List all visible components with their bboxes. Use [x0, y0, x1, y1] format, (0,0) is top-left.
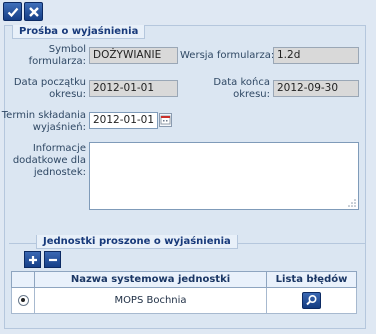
confirm-button[interactable] [3, 2, 22, 21]
checkmark-icon [7, 7, 18, 17]
period-start-field: 2012-01-01 [89, 80, 178, 97]
info-textarea[interactable] [89, 142, 359, 210]
section-title: Prośba o wyjaśnienia [12, 25, 146, 39]
version-field: 1.2d [273, 47, 359, 64]
add-unit-button[interactable] [24, 251, 41, 268]
remove-unit-button[interactable] [44, 251, 61, 268]
column-header-name[interactable]: Nazwa systemowa jednostki [34, 271, 267, 288]
version-label: Wersja formularza: [180, 50, 275, 61]
toolbar [0, 0, 376, 25]
minus-icon [48, 258, 57, 261]
row-select-cell[interactable] [11, 287, 35, 314]
magnifier-icon [306, 294, 317, 306]
units-section-title: Jednostki proszone o wyjaśnienia [36, 235, 238, 249]
resize-grip-icon[interactable] [348, 199, 356, 207]
calendar-button[interactable] [159, 113, 172, 127]
info-label: Informacje dodatkowe dla jednostek: [12, 143, 86, 178]
table-header-row: Nazwa systemowa jednostki Lista błędów [11, 271, 357, 288]
period-end-label: Data końca okresu: [213, 77, 270, 100]
error-list-button[interactable] [302, 292, 321, 309]
units-table: Nazwa systemowa jednostki Lista błędów M… [11, 271, 357, 314]
close-icon [28, 6, 39, 17]
symbol-label: Symbol formularza: [28, 44, 86, 67]
plus-icon [28, 255, 37, 264]
column-header-errors[interactable]: Lista błędów [266, 271, 357, 288]
table-row[interactable]: MOPS Bochnia [11, 287, 357, 314]
unit-name-cell: MOPS Bochnia [34, 287, 267, 314]
column-header-select [11, 271, 35, 288]
error-list-cell [266, 287, 357, 314]
deadline-label: Termin składania wyjaśnień: [1, 110, 86, 133]
calendar-icon [160, 115, 171, 125]
symbol-field: DOŻYWIANIE [89, 47, 178, 64]
row-radio[interactable] [17, 294, 29, 306]
deadline-date-input[interactable]: 2012-01-01 [89, 112, 158, 129]
cancel-button[interactable] [24, 2, 43, 21]
period-end-field: 2012-09-30 [273, 80, 359, 97]
period-start-label: Data początku okresu: [13, 77, 86, 100]
